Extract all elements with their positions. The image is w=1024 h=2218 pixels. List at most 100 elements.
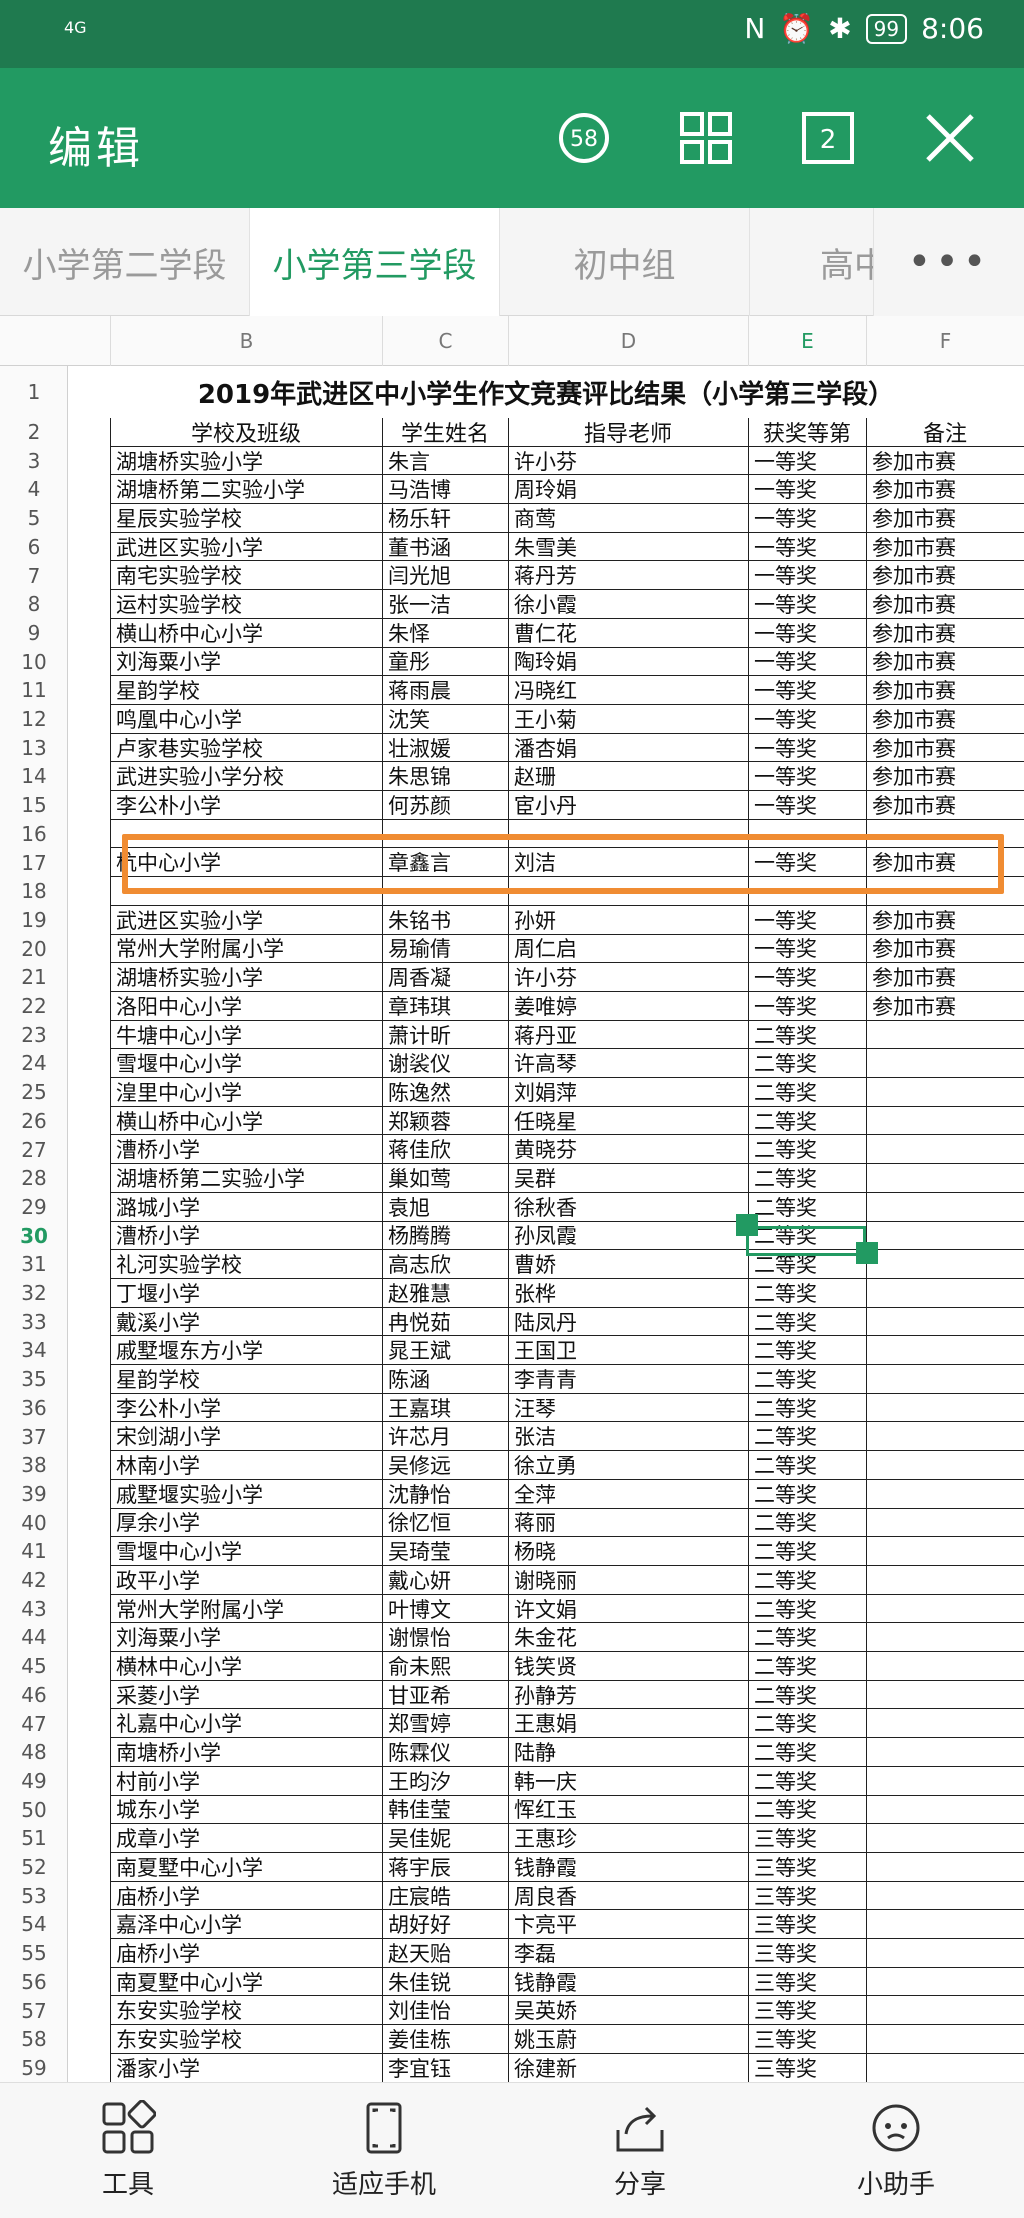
table-cell[interactable]: 章玮琪 [382, 992, 508, 1021]
row-number[interactable]: 14 [0, 762, 68, 791]
share-button[interactable]: 分享 [512, 2083, 768, 2218]
header-cell[interactable]: 学校及班级 [110, 418, 382, 447]
table-cell[interactable]: 曹娇 [508, 1250, 748, 1279]
table-cell[interactable]: 潘杏娟 [508, 734, 748, 763]
row-number[interactable]: 25 [0, 1078, 68, 1107]
sheet-title[interactable]: 2019年武进区中小学生作文竞赛评比结果（小学第三学段） [68, 366, 1024, 418]
table-cell[interactable]: 湟里中心小学 [110, 1078, 382, 1107]
selection-handle-top[interactable] [736, 1214, 758, 1236]
table-cell[interactable]: 一等奖 [748, 906, 866, 935]
table-cell[interactable]: 孙静芳 [508, 1681, 748, 1710]
table-cell[interactable]: 参加市赛 [866, 475, 1024, 505]
table-cell[interactable]: 二等奖 [748, 1394, 866, 1423]
table-cell[interactable]: 牛塘中心小学 [110, 1021, 382, 1050]
row-number[interactable]: 4 [0, 475, 68, 504]
table-cell[interactable] [866, 1537, 1024, 1566]
row-number[interactable]: 10 [0, 648, 68, 677]
table-cell[interactable]: 陶玲娟 [508, 648, 748, 677]
table-cell[interactable]: 参加市赛 [866, 447, 1024, 476]
table-cell[interactable]: 一等奖 [748, 475, 866, 505]
row-number[interactable]: 37 [0, 1423, 68, 1452]
table-cell[interactable]: 王昀汐 [382, 1767, 508, 1796]
table-cell[interactable]: 王国卫 [508, 1336, 748, 1366]
table-cell[interactable]: 漕桥小学 [110, 1136, 382, 1165]
row-number[interactable]: 16 [0, 820, 68, 849]
column-header-e[interactable]: E [748, 316, 866, 366]
table-cell[interactable]: 星韵学校 [110, 1365, 382, 1394]
table-cell[interactable]: 宋剑湖小学 [110, 1423, 382, 1452]
table-cell[interactable] [866, 1710, 1024, 1739]
table-cell[interactable]: 周玲娟 [508, 475, 748, 505]
table-cell[interactable]: 二等奖 [748, 1480, 866, 1509]
table-cell[interactable]: 张一洁 [382, 590, 508, 619]
table-cell[interactable]: 漕桥小学 [110, 1222, 382, 1251]
row-number[interactable]: 30 [0, 1222, 68, 1251]
row-number[interactable]: 58 [0, 2025, 68, 2054]
table-cell[interactable]: 参加市赛 [866, 734, 1024, 763]
table-cell[interactable]: 参加市赛 [866, 906, 1024, 935]
table-cell[interactable]: 一等奖 [748, 447, 866, 476]
table-cell[interactable]: 恽红玉 [508, 1796, 748, 1825]
table-cell[interactable]: 一等奖 [748, 705, 866, 734]
table-cell[interactable]: 晁王斌 [382, 1336, 508, 1366]
table-cell[interactable]: 二等奖 [748, 1279, 866, 1308]
table-cell[interactable]: 蒋宇辰 [382, 1853, 508, 1882]
table-cell[interactable] [866, 1595, 1024, 1624]
table-cell[interactable]: 武进区实验小学 [110, 533, 382, 562]
row-number[interactable]: 11 [0, 676, 68, 705]
row-number[interactable]: 42 [0, 1566, 68, 1595]
row-number[interactable]: 36 [0, 1394, 68, 1423]
table-cell[interactable]: 王小菊 [508, 705, 748, 734]
table-cell[interactable]: 一等奖 [748, 619, 866, 648]
row-number[interactable]: 51 [0, 1824, 68, 1853]
row-number[interactable]: 49 [0, 1767, 68, 1796]
table-cell[interactable] [866, 2025, 1024, 2054]
table-cell[interactable]: 戴心妍 [382, 1566, 508, 1595]
row-number[interactable]: 45 [0, 1652, 68, 1681]
table-cell[interactable] [866, 1623, 1024, 1653]
table-cell[interactable] [866, 1566, 1024, 1595]
tab-primary-third[interactable]: 小学第三学段 [250, 208, 500, 316]
table-cell[interactable] [866, 1078, 1024, 1107]
table-cell[interactable]: 许小芬 [508, 447, 748, 476]
table-cell[interactable]: 许芯月 [382, 1423, 508, 1452]
table-cell[interactable]: 李公朴小学 [110, 1394, 382, 1423]
row-number[interactable]: 1 [0, 366, 68, 418]
table-cell[interactable]: 吴英娇 [508, 1997, 748, 2026]
table-cell[interactable]: 蒋丹芳 [508, 562, 748, 591]
table-cell[interactable]: 鸣凰中心小学 [110, 705, 382, 734]
table-cell[interactable]: 朱怿 [382, 619, 508, 648]
table-cell[interactable]: 萧计昕 [382, 1021, 508, 1050]
table-cell[interactable]: 戚墅堰实验小学 [110, 1480, 382, 1509]
table-cell[interactable]: 许文娟 [508, 1595, 748, 1624]
table-cell[interactable]: 参加市赛 [866, 533, 1024, 562]
table-cell[interactable] [866, 1365, 1024, 1394]
row-number[interactable]: 9 [0, 619, 68, 648]
table-cell[interactable]: 参加市赛 [866, 705, 1024, 734]
row-number[interactable]: 55 [0, 1939, 68, 1968]
table-cell[interactable]: 三等奖 [748, 1853, 866, 1882]
table-cell[interactable]: 巢如莺 [382, 1164, 508, 1193]
table-cell[interactable]: 朱佳锐 [382, 1968, 508, 1997]
table-cell[interactable] [866, 1021, 1024, 1050]
row-number[interactable]: 12 [0, 705, 68, 734]
table-cell[interactable]: 武进区实验小学 [110, 906, 382, 935]
table-cell[interactable]: 朱言 [382, 447, 508, 476]
table-cell[interactable] [866, 1136, 1024, 1165]
table-cell[interactable]: 赵天贻 [382, 1939, 508, 1968]
row-number[interactable]: 13 [0, 734, 68, 763]
table-cell[interactable]: 陈霖仪 [382, 1738, 508, 1767]
table-cell[interactable]: 二等奖 [748, 1738, 866, 1767]
close-button[interactable] [918, 106, 982, 170]
row-number[interactable]: 33 [0, 1308, 68, 1337]
table-cell[interactable]: 庙桥小学 [110, 1882, 382, 1911]
table-cell[interactable]: 林南小学 [110, 1451, 382, 1480]
row-number[interactable]: 20 [0, 935, 68, 964]
edit-button[interactable]: 编辑 [48, 112, 144, 176]
table-cell[interactable]: 二等奖 [748, 1336, 866, 1366]
table-cell[interactable]: 钱静霞 [508, 1853, 748, 1882]
table-cell[interactable]: 徐小霞 [508, 590, 748, 619]
header-cell[interactable]: 学生姓名 [382, 418, 508, 447]
assistant-button[interactable]: 小助手 [768, 2083, 1024, 2218]
table-cell[interactable]: 何苏颜 [382, 791, 508, 820]
